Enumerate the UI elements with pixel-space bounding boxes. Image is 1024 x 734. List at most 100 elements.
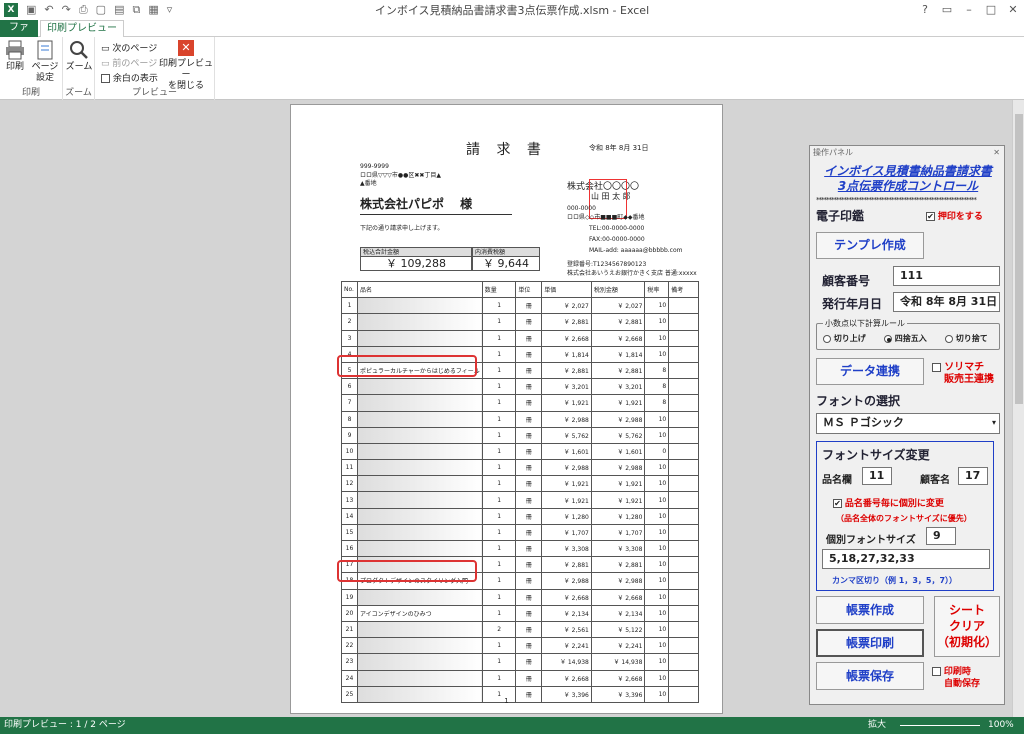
cell-no: 20 xyxy=(341,604,358,622)
cell-price: ￥ 2,668 xyxy=(541,669,592,687)
sorimachi-label-2: 販売王連携 xyxy=(944,374,994,385)
cell-note xyxy=(668,491,699,509)
col-rate: 税率 xyxy=(644,280,670,299)
minimize-button[interactable]: – xyxy=(958,0,980,20)
cell-name xyxy=(356,491,483,509)
doc-icon[interactable]: ▤ xyxy=(114,3,124,17)
indiv-size-input[interactable]: 9 xyxy=(926,527,956,545)
cell-no: 12 xyxy=(341,475,358,493)
title-bar: X ▣ ↶ ↷ ⎙ ▢ ▤ ⧉ ▦ ▿ インボイス見積納品書請求書3点伝票作成.… xyxy=(0,0,1024,20)
close-window-button[interactable]: ✕ xyxy=(1002,0,1024,20)
cell-amount: ￥ 2,988 xyxy=(590,572,646,590)
sorimachi-check-box[interactable] xyxy=(932,362,941,372)
cell-note xyxy=(668,329,699,347)
cell-note xyxy=(668,539,699,558)
round-half-label: 四捨五入 xyxy=(894,334,927,343)
cell-qty: 1 xyxy=(481,669,517,687)
per-item-checkbox[interactable]: ✔ 品名番号毎に個別に変更 xyxy=(833,496,944,509)
bank-info: 株式会社あいうえお銀行かきく支店 普通:xxxxx xyxy=(567,270,697,277)
cell-name xyxy=(356,475,483,493)
col-no: No. xyxy=(341,280,358,299)
zoom-slider[interactable] xyxy=(900,725,980,726)
customer-no-input[interactable]: 111 xyxy=(893,266,1000,286)
cell-unit: 冊 xyxy=(515,378,543,396)
tab-print-preview[interactable]: 印刷プレビュー xyxy=(40,20,124,38)
round-up-option[interactable]: 切り上げ xyxy=(823,333,866,344)
ribbon-display-button[interactable]: ▭ xyxy=(936,0,958,20)
show-margins-checkbox[interactable]: 余白の表示 xyxy=(101,71,158,84)
table-icon[interactable]: ▦ xyxy=(148,3,158,17)
round-up-radio[interactable] xyxy=(823,334,831,343)
copy-icon[interactable]: ⧉ xyxy=(132,3,140,17)
autosave-check-box[interactable] xyxy=(932,667,941,676)
more-icon[interactable]: ▿ xyxy=(167,3,173,17)
save-icon[interactable]: ▣ xyxy=(26,3,36,17)
print-document-button[interactable]: 帳票印刷 xyxy=(816,629,924,657)
undo-icon[interactable]: ↶ xyxy=(44,3,53,17)
show-margins-check-box[interactable] xyxy=(101,74,110,83)
autosave-checkbox[interactable]: 印刷時 自動保存 xyxy=(932,666,980,690)
page-setup-label-1: ページ xyxy=(31,62,59,72)
magnifier-icon xyxy=(70,41,88,59)
sheet-clear-label-2: クリア xyxy=(948,619,985,633)
customer-name-size-input[interactable]: 17 xyxy=(958,467,988,485)
chevron-down-icon[interactable]: ▾ xyxy=(992,414,996,432)
cell-amount: ￥ 5,762 xyxy=(590,426,646,444)
redo-icon[interactable]: ↷ xyxy=(62,3,71,17)
round-down-option[interactable]: 切り捨て xyxy=(945,333,988,344)
table-row: 19 1 冊 ￥ 2,668 ￥ 2,668 10 xyxy=(341,588,699,606)
make-document-button[interactable]: 帳票作成 xyxy=(816,596,924,624)
item-col-size-input[interactable]: 11 xyxy=(862,467,892,485)
cell-unit: 冊 xyxy=(515,669,543,687)
page-setup-button[interactable]: ページ 設定 xyxy=(30,40,60,84)
round-half-option[interactable]: 四捨五入 xyxy=(884,333,927,344)
cell-qty: 1 xyxy=(481,588,517,606)
sheet-clear-button[interactable]: シート クリア （初期化） xyxy=(934,596,1000,657)
template-create-button[interactable]: テンプレ作成 xyxy=(816,232,924,259)
next-page-button[interactable]: ▭ 次のページ xyxy=(101,41,157,54)
indiv-rows-input[interactable]: 5,18,27,32,33 xyxy=(822,549,990,569)
panel-title-line-1: インボイス見積書納品書請求書 xyxy=(824,164,992,178)
cell-amount: ￥ 2,988 xyxy=(590,459,646,477)
round-half-radio[interactable] xyxy=(884,334,892,343)
vertical-scrollbar[interactable] xyxy=(1012,100,1024,717)
new-icon[interactable]: ▢ xyxy=(96,3,106,17)
show-margins-label: 余白の表示 xyxy=(112,74,158,84)
zoom-button[interactable]: ズーム xyxy=(65,40,93,73)
print-button[interactable]: 印刷 xyxy=(2,40,28,73)
issue-date-input[interactable]: 令和 8年 8月 31日 xyxy=(893,292,1000,312)
font-select[interactable]: ＭＳ Ｐゴシック ▾ xyxy=(816,413,1000,434)
sheet-clear-label-3: （初期化） xyxy=(936,635,997,649)
cell-price: ￥ 2,988 xyxy=(541,410,592,428)
save-document-button[interactable]: 帳票保存 xyxy=(816,662,924,690)
stamp-check-box[interactable]: ✔ xyxy=(926,212,935,221)
help-button[interactable]: ? xyxy=(914,0,936,20)
rounding-rule-group: 小数点以下計算ルール 切り上げ 四捨五入 切り捨て xyxy=(816,318,1000,350)
panel-header: 操作パネル ✕ xyxy=(810,146,1004,160)
col-amount: 税別金額 xyxy=(590,280,646,299)
cell-note xyxy=(668,523,699,542)
status-bar: 印刷プレビュー : 1 / 2 ページ 拡大 100% xyxy=(0,717,1024,734)
per-item-check-box[interactable]: ✔ xyxy=(833,499,842,508)
sorimachi-checkbox[interactable]: ソリマチ 販売王連携 xyxy=(932,362,994,386)
table-row: 6 1 冊 ￥ 3,201 ￥ 3,201 8 xyxy=(341,378,699,396)
panel-close-icon[interactable]: ✕ xyxy=(993,146,1000,160)
stamp-checkbox[interactable]: ✔ 押印をする xyxy=(926,209,983,222)
cell-rate: 10 xyxy=(644,669,670,687)
customer-no-label: 顧客番号 xyxy=(822,274,871,288)
cell-qty: 1 xyxy=(481,637,517,655)
print-preview-icon[interactable]: ⎙ xyxy=(79,3,88,17)
cell-amount: ￥ 1,814 xyxy=(590,345,646,363)
prev-page-button[interactable]: ▭ 前のページ xyxy=(101,56,157,69)
cell-qty: 1 xyxy=(481,475,517,493)
scrollbar-thumb[interactable] xyxy=(1015,114,1023,404)
cell-price: ￥ 1,707 xyxy=(541,523,592,542)
cell-price: ￥ 1,921 xyxy=(541,491,592,509)
tab-file[interactable]: ファイル xyxy=(0,20,38,49)
round-down-radio[interactable] xyxy=(945,334,953,343)
data-link-button[interactable]: データ連携 xyxy=(816,358,924,385)
maximize-button[interactable]: □ xyxy=(980,0,1002,20)
tax-amount-box: 内消費税額 ￥ 9,644 xyxy=(472,247,540,271)
table-row: 12 1 冊 ￥ 1,921 ￥ 1,921 10 xyxy=(341,475,699,493)
seller-tel: TEL:00-0000-0000 xyxy=(589,225,645,232)
